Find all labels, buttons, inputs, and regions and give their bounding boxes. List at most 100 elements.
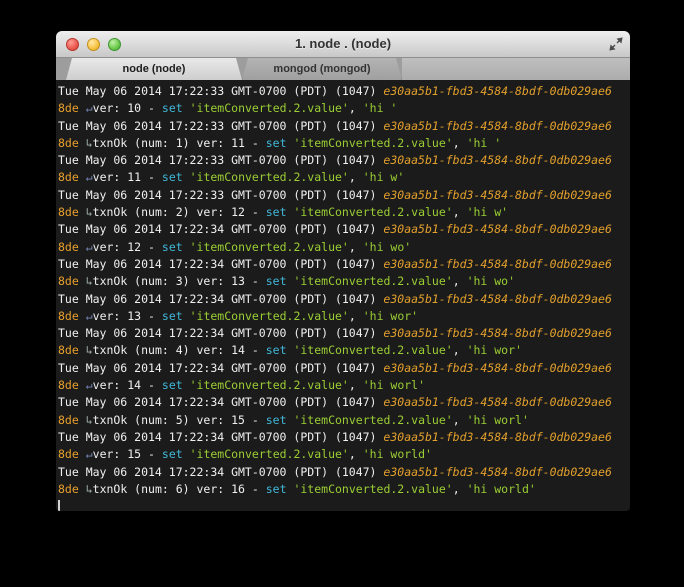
log-segment-aret: ↵ xyxy=(86,447,93,461)
log-line: 8de ↵ver: 14 - set 'itemConverted.2.valu… xyxy=(58,377,630,394)
log-segment-plain: , xyxy=(349,101,363,115)
log-segment-orange: 8de xyxy=(58,170,86,184)
tab-bar: node (node) mongod (mongod) xyxy=(56,58,630,81)
log-segment-orange: 8de xyxy=(58,378,86,392)
log-line: Tue May 06 2014 17:22:34 GMT-0700 (PDT) … xyxy=(58,291,630,308)
log-segment-plain: , xyxy=(453,482,467,496)
log-segment-aret: ↵ xyxy=(86,309,93,323)
log-segment-atxn: ↳ xyxy=(86,482,93,496)
log-segment-plain xyxy=(183,309,190,323)
log-line: 8de ↵ver: 12 - set 'itemConverted.2.valu… xyxy=(58,239,630,256)
log-segment-cyan: set xyxy=(266,136,287,150)
log-segment-green: 'itemConverted.2.value' xyxy=(293,413,452,427)
log-segment-green: 'hi world' xyxy=(467,482,536,496)
log-segment-green: 'hi w' xyxy=(467,205,509,219)
log-segment-cyan: set xyxy=(162,378,183,392)
log-segment-orange: 8de xyxy=(58,101,86,115)
log-segment-plain: Tue May 06 2014 17:22:34 GMT-0700 (PDT) … xyxy=(58,395,383,409)
log-segment-uuid: e30aa5b1-fbd3-4584-8bdf-0db029ae6 xyxy=(383,361,611,375)
log-segment-plain xyxy=(183,378,190,392)
log-segment-plain: , xyxy=(453,205,467,219)
log-line: Tue May 06 2014 17:22:33 GMT-0700 (PDT) … xyxy=(58,152,630,169)
log-segment-green: 'hi world' xyxy=(363,447,432,461)
log-segment-uuid: e30aa5b1-fbd3-4584-8bdf-0db029ae6 xyxy=(383,257,611,271)
terminal-screen[interactable]: Tue May 06 2014 17:22:33 GMT-0700 (PDT) … xyxy=(56,80,630,511)
log-segment-plain: Tue May 06 2014 17:22:34 GMT-0700 (PDT) … xyxy=(58,430,383,444)
log-segment-green: 'itemConverted.2.value' xyxy=(293,205,452,219)
log-segment-plain: Tue May 06 2014 17:22:33 GMT-0700 (PDT) … xyxy=(58,188,383,202)
log-segment-uuid: e30aa5b1-fbd3-4584-8bdf-0db029ae6 xyxy=(383,222,611,236)
log-segment-cyan: set xyxy=(162,101,183,115)
log-segment-green: 'itemConverted.2.value' xyxy=(190,101,349,115)
log-segment-atxn: ↳ xyxy=(86,136,93,150)
resize-icon[interactable] xyxy=(609,37,623,51)
log-segment-plain xyxy=(183,170,190,184)
log-line: Tue May 06 2014 17:22:34 GMT-0700 (PDT) … xyxy=(58,325,630,342)
log-line: 8de ↵ver: 10 - set 'itemConverted.2.valu… xyxy=(58,100,630,117)
titlebar[interactable]: 1. node . (node) xyxy=(56,31,630,58)
log-line: 8de ↳txnOk (num: 1) ver: 11 - set 'itemC… xyxy=(58,135,630,152)
log-segment-plain: , xyxy=(349,240,363,254)
log-segment-green: 'itemConverted.2.value' xyxy=(293,274,452,288)
log-segment-plain: Tue May 06 2014 17:22:34 GMT-0700 (PDT) … xyxy=(58,465,383,479)
log-segment-cyan: set xyxy=(266,343,287,357)
log-segment-aret: ↵ xyxy=(86,170,93,184)
log-segment-atxn: ↳ xyxy=(86,205,93,219)
log-segment-orange: 8de xyxy=(58,136,86,150)
log-line: Tue May 06 2014 17:22:33 GMT-0700 (PDT) … xyxy=(58,118,630,135)
log-line: 8de ↳txnOk (num: 6) ver: 16 - set 'itemC… xyxy=(58,481,630,498)
log-segment-green: 'itemConverted.2.value' xyxy=(293,136,452,150)
log-segment-aret: ↵ xyxy=(86,378,93,392)
log-segment-uuid: e30aa5b1-fbd3-4584-8bdf-0db029ae6 xyxy=(383,465,611,479)
log-segment-orange: 8de xyxy=(58,240,86,254)
log-segment-plain xyxy=(183,101,190,115)
log-segment-aret: ↵ xyxy=(86,101,93,115)
log-segment-plain: txnOk (num: 3) ver: 13 - xyxy=(93,274,266,288)
tab-node-node[interactable]: node (node) xyxy=(66,58,242,80)
log-segment-plain: txnOk (num: 6) ver: 16 - xyxy=(93,482,266,496)
log-segment-plain: , xyxy=(453,274,467,288)
log-segment-green: 'hi wo' xyxy=(363,240,411,254)
log-line: Tue May 06 2014 17:22:33 GMT-0700 (PDT) … xyxy=(58,83,630,100)
log-segment-green: 'hi ' xyxy=(363,101,398,115)
log-segment-green: 'hi w' xyxy=(363,170,405,184)
log-segment-plain: , xyxy=(453,413,467,427)
log-segment-plain: Tue May 06 2014 17:22:33 GMT-0700 (PDT) … xyxy=(58,153,383,167)
log-segment-green: 'itemConverted.2.value' xyxy=(293,482,452,496)
log-segment-uuid: e30aa5b1-fbd3-4584-8bdf-0db029ae6 xyxy=(383,430,611,444)
log-line: 8de ↵ver: 15 - set 'itemConverted.2.valu… xyxy=(58,446,630,463)
tab-bar-filler xyxy=(402,58,630,80)
log-segment-cyan: set xyxy=(266,413,287,427)
log-segment-uuid: e30aa5b1-fbd3-4584-8bdf-0db029ae6 xyxy=(383,188,611,202)
log-line: Tue May 06 2014 17:22:34 GMT-0700 (PDT) … xyxy=(58,221,630,238)
log-segment-green: 'hi worl' xyxy=(363,378,425,392)
log-segment-green: 'hi ' xyxy=(467,136,502,150)
log-segment-plain: Tue May 06 2014 17:22:33 GMT-0700 (PDT) … xyxy=(58,119,383,133)
log-line: Tue May 06 2014 17:22:33 GMT-0700 (PDT) … xyxy=(58,187,630,204)
log-segment-cyan: set xyxy=(266,274,287,288)
log-segment-uuid: e30aa5b1-fbd3-4584-8bdf-0db029ae6 xyxy=(383,395,611,409)
log-line: 8de ↳txnOk (num: 5) ver: 15 - set 'itemC… xyxy=(58,412,630,429)
log-segment-plain: Tue May 06 2014 17:22:34 GMT-0700 (PDT) … xyxy=(58,326,383,340)
log-segment-uuid: e30aa5b1-fbd3-4584-8bdf-0db029ae6 xyxy=(383,84,611,98)
log-segment-plain: txnOk (num: 5) ver: 15 - xyxy=(93,413,266,427)
log-segment-cyan: set xyxy=(162,309,183,323)
log-segment-plain: , xyxy=(349,447,363,461)
log-segment-plain: txnOk (num: 2) ver: 12 - xyxy=(93,205,266,219)
tab-mongod-mongod[interactable]: mongod (mongod) xyxy=(242,58,402,80)
log-segment-plain: Tue May 06 2014 17:22:34 GMT-0700 (PDT) … xyxy=(58,257,383,271)
log-line: Tue May 06 2014 17:22:34 GMT-0700 (PDT) … xyxy=(58,360,630,377)
log-segment-green: 'hi wor' xyxy=(467,343,522,357)
log-segment-plain: , xyxy=(349,309,363,323)
log-segment-cyan: set xyxy=(162,240,183,254)
log-segment-green: 'itemConverted.2.value' xyxy=(190,240,349,254)
log-segment-plain: , xyxy=(349,378,363,392)
log-segment-green: 'itemConverted.2.value' xyxy=(190,309,349,323)
log-segment-plain: Tue May 06 2014 17:22:34 GMT-0700 (PDT) … xyxy=(58,292,383,306)
terminal-window: 1. node . (node) node (node) mongod (mon… xyxy=(56,31,630,511)
log-segment-orange: 8de xyxy=(58,309,86,323)
log-line: 8de ↳txnOk (num: 3) ver: 13 - set 'itemC… xyxy=(58,273,630,290)
log-segment-plain xyxy=(183,447,190,461)
log-segment-uuid: e30aa5b1-fbd3-4584-8bdf-0db029ae6 xyxy=(383,292,611,306)
log-segment-green: 'hi wor' xyxy=(363,309,418,323)
